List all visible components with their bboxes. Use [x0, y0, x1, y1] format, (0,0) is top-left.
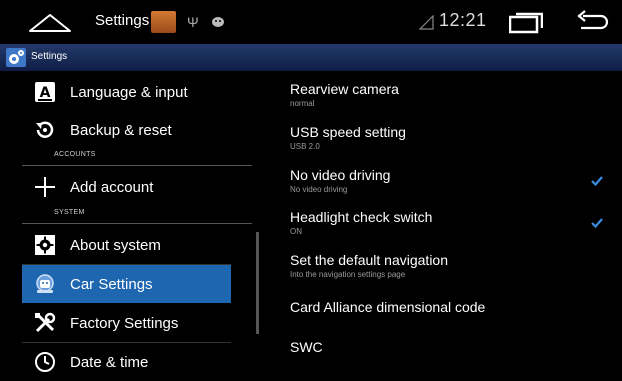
headlight-check-checkbox[interactable]	[591, 217, 603, 229]
language-icon: A	[35, 82, 55, 102]
android-debug-icon	[212, 17, 224, 27]
status-bar-title: Settings	[95, 12, 150, 29]
setting-title: USB speed setting	[290, 124, 406, 140]
svg-text:A: A	[40, 85, 51, 101]
backup-reset-icon	[36, 121, 54, 138]
section-header-label: ACCOUNTS	[54, 151, 96, 158]
setting-title: No video driving	[290, 167, 391, 183]
tools-icon	[35, 312, 56, 333]
plus-icon	[35, 177, 55, 197]
nav-label: Language & input	[70, 84, 188, 101]
nav-item-language-input[interactable]: A Language & input	[22, 73, 231, 111]
action-bar-title: Settings	[31, 51, 68, 62]
setting-no-video-driving[interactable]: No video driving No video driving	[290, 167, 610, 203]
signal-icon	[419, 15, 434, 30]
setting-summary: normal	[290, 99, 315, 108]
about-system-icon	[35, 235, 55, 255]
usb-icon: Ψ	[187, 14, 199, 30]
settings-category-list: A Language & input Backup & reset ACCOUN…	[0, 71, 265, 372]
setting-summary: No video driving	[290, 185, 348, 194]
setting-rearview-camera[interactable]: Rearview camera normal	[290, 81, 610, 117]
left-scrollbar[interactable]	[256, 232, 259, 334]
setting-summary: ON	[290, 227, 302, 236]
setting-usb-speed[interactable]: USB speed setting USB 2.0	[290, 124, 610, 160]
setting-headlight-check-switch[interactable]: Headlight check switch ON	[290, 209, 610, 245]
nav-label: Date & time	[70, 354, 149, 371]
app-notification-icon	[151, 11, 176, 33]
action-bar: Settings	[0, 44, 622, 71]
nav-item-backup-reset[interactable]: Backup & reset	[22, 111, 231, 149]
setting-title: Rearview camera	[290, 81, 399, 97]
nav-label: About system	[70, 237, 161, 254]
nav-item-about-system[interactable]: About system	[22, 226, 231, 264]
nav-item-add-account[interactable]: Add account	[22, 168, 231, 206]
status-bar: Settings Ψ 12:21	[0, 0, 622, 44]
setting-summary: Into the navigation settings page	[290, 270, 406, 279]
section-header-accounts: ACCOUNTS	[22, 151, 252, 166]
clock: 12:21	[439, 10, 487, 30]
nav-label: Backup & reset	[70, 122, 172, 139]
settings-gear-icon	[6, 48, 26, 67]
nav-item-factory-settings[interactable]: Factory Settings	[22, 304, 231, 342]
section-header-label: SYSTEM	[54, 209, 85, 216]
setting-title: Card Alliance dimensional code	[290, 299, 486, 315]
nav-item-car-settings[interactable]: Car Settings	[22, 265, 231, 303]
car-settings-list: Rearview camera normal USB speed setting…	[265, 71, 622, 358]
setting-default-navigation[interactable]: Set the default navigation Into the navi…	[290, 252, 610, 288]
car-settings-icon	[36, 274, 54, 293]
section-header-system: SYSTEM	[22, 209, 252, 224]
setting-title: SWC	[290, 339, 323, 355]
setting-card-alliance-code[interactable]: Card Alliance dimensional code	[290, 299, 610, 329]
setting-title: Set the default navigation	[290, 252, 449, 268]
no-video-driving-checkbox[interactable]	[591, 175, 603, 187]
setting-summary: USB 2.0	[290, 142, 320, 151]
clock-icon	[35, 352, 55, 372]
nav-label: Factory Settings	[70, 315, 179, 332]
nav-item-date-time[interactable]: Date & time	[22, 343, 231, 381]
recent-apps-icon[interactable]	[509, 12, 543, 34]
back-icon[interactable]	[577, 10, 609, 34]
nav-label: Car Settings	[70, 276, 153, 293]
setting-swc[interactable]: SWC	[290, 339, 610, 358]
nav-label: Add account	[70, 179, 154, 196]
home-icon[interactable]	[28, 11, 72, 33]
setting-title: Headlight check switch	[290, 209, 433, 225]
